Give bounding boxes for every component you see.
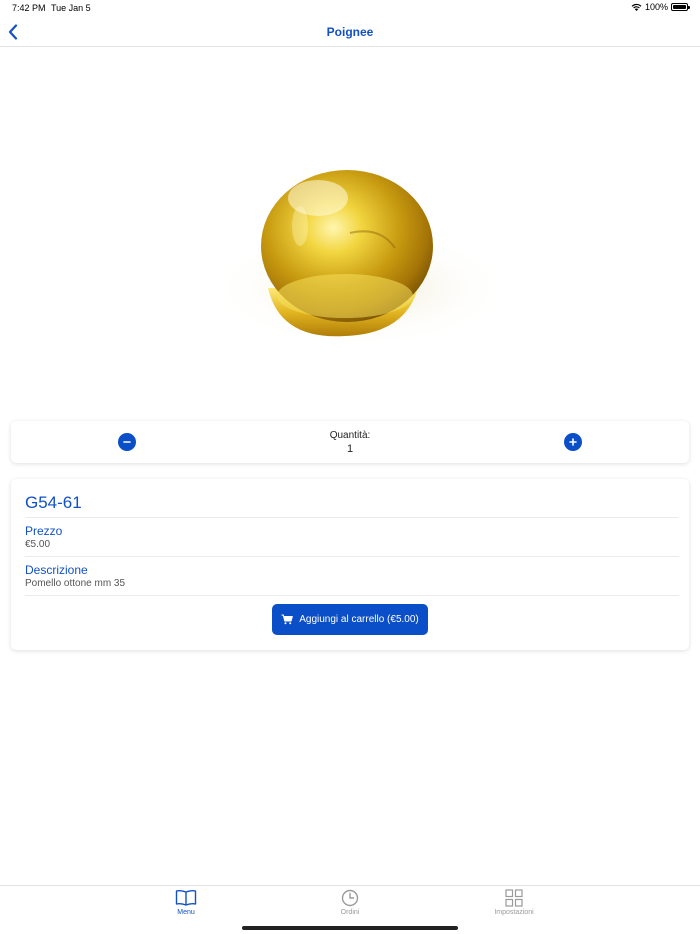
quantity-card: Quantità: 1	[11, 421, 689, 463]
battery-icon	[671, 3, 690, 11]
wifi-icon	[631, 3, 642, 11]
tab-menu-label: Menu	[177, 909, 195, 916]
tab-impostazioni[interactable]: Impostazioni	[474, 889, 554, 916]
tab-impostazioni-label: Impostazioni	[494, 909, 534, 916]
tab-bar: Menu Ordini Impostazioni	[0, 885, 700, 934]
add-to-cart-label: Aggiungi al carrello (€5.00)	[299, 614, 419, 625]
quantity-value: 1	[346, 443, 354, 455]
battery-percent: 100%	[644, 2, 668, 12]
price-label: Prezzo	[25, 524, 63, 538]
product-info-card: G54-61 Prezzo €5.00 Descrizione Pomello …	[11, 479, 689, 650]
tab-ordini-label: Ordini	[340, 909, 360, 916]
status-bar: 7:42 PM Tue Jan 5 100%	[0, 0, 700, 16]
quantity-label: Quantità:	[329, 430, 371, 441]
home-indicator[interactable]	[242, 926, 458, 930]
description-label: Descrizione	[25, 563, 88, 577]
book-icon	[175, 889, 197, 906]
divider	[25, 517, 679, 518]
navigation-bar: Poignee	[0, 16, 700, 47]
cart-icon	[281, 614, 294, 625]
tab-menu[interactable]: Menu	[146, 889, 226, 916]
product-image	[210, 170, 510, 348]
add-to-cart-button[interactable]: Aggiungi al carrello (€5.00)	[272, 604, 428, 635]
price-value: €5.00	[25, 539, 51, 550]
divider	[25, 595, 679, 596]
status-date: Tue Jan 5	[51, 3, 91, 13]
status-time: 7:42 PM	[12, 3, 46, 13]
product-sku: G54-61	[25, 493, 82, 512]
description-value: Pomello ottone mm 35	[25, 578, 126, 589]
tab-ordini[interactable]: Ordini	[310, 889, 390, 916]
status-indicators: 100%	[631, 2, 690, 12]
increase-quantity-button[interactable]	[564, 433, 582, 451]
clock-icon	[341, 889, 359, 907]
grid-icon	[505, 889, 523, 907]
divider	[25, 556, 679, 557]
page-title: Poignee	[326, 25, 374, 39]
plus-icon	[569, 438, 577, 446]
